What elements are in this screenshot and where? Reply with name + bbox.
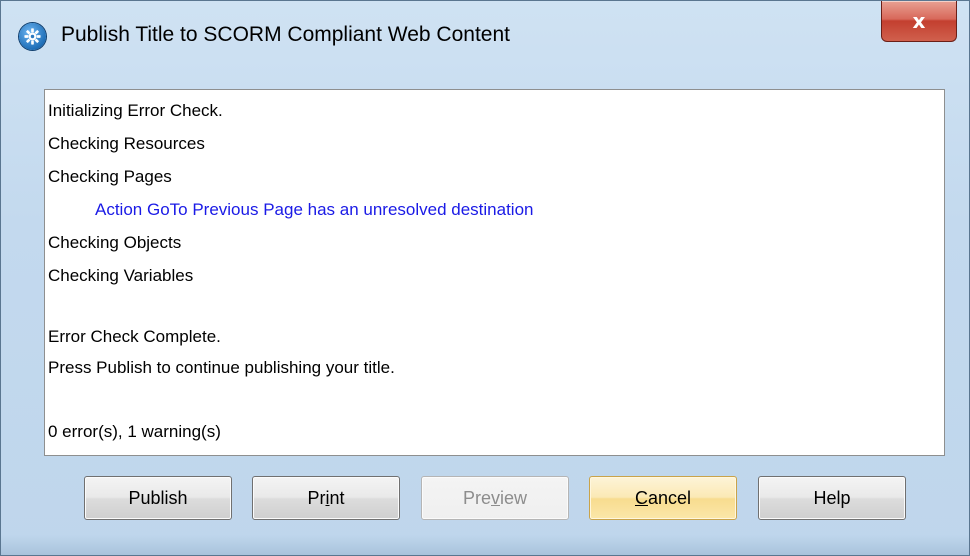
log-line: Press Publish to continue publishing you… <box>48 358 395 377</box>
print-button[interactable]: Print <box>252 476 400 520</box>
publish-button-label: Publish <box>128 487 188 508</box>
log-line: Initializing Error Check. <box>48 101 223 120</box>
log-line: Checking Objects <box>48 233 182 252</box>
cancel-button[interactable]: Cancel <box>589 476 737 520</box>
button-row: Publish Print Preview Cancel Help <box>1 476 969 522</box>
log-line: Checking Pages <box>48 167 172 186</box>
title-bar[interactable]: Publish Title to SCORM Compliant Web Con… <box>1 1 969 71</box>
cancel-button-label: Cancel <box>634 487 692 508</box>
log-line: Error Check Complete. <box>48 327 221 346</box>
publish-button[interactable]: Publish <box>84 476 232 520</box>
error-check-log[interactable]: Initializing Error Check. Checking Resou… <box>44 89 945 456</box>
log-line: Checking Variables <box>48 266 194 285</box>
help-button-label: Help <box>813 487 851 508</box>
help-button[interactable]: Help <box>758 476 906 520</box>
preview-button[interactable]: Preview <box>421 476 569 520</box>
close-icon: x <box>912 9 926 33</box>
gear-icon <box>19 23 46 50</box>
log-summary: 0 error(s), 1 warning(s) <box>48 422 221 441</box>
log-warning-line: Action GoTo Previous Page has an unresol… <box>95 200 534 219</box>
window-bottom-border <box>1 535 969 555</box>
close-button[interactable]: x <box>881 1 957 42</box>
dialog-window: Publish Title to SCORM Compliant Web Con… <box>0 0 970 556</box>
preview-button-label: Preview <box>462 487 528 508</box>
print-button-label: Print <box>307 487 345 508</box>
log-line: Checking Resources <box>48 134 205 153</box>
window-title: Publish Title to SCORM Compliant Web Con… <box>61 23 510 46</box>
